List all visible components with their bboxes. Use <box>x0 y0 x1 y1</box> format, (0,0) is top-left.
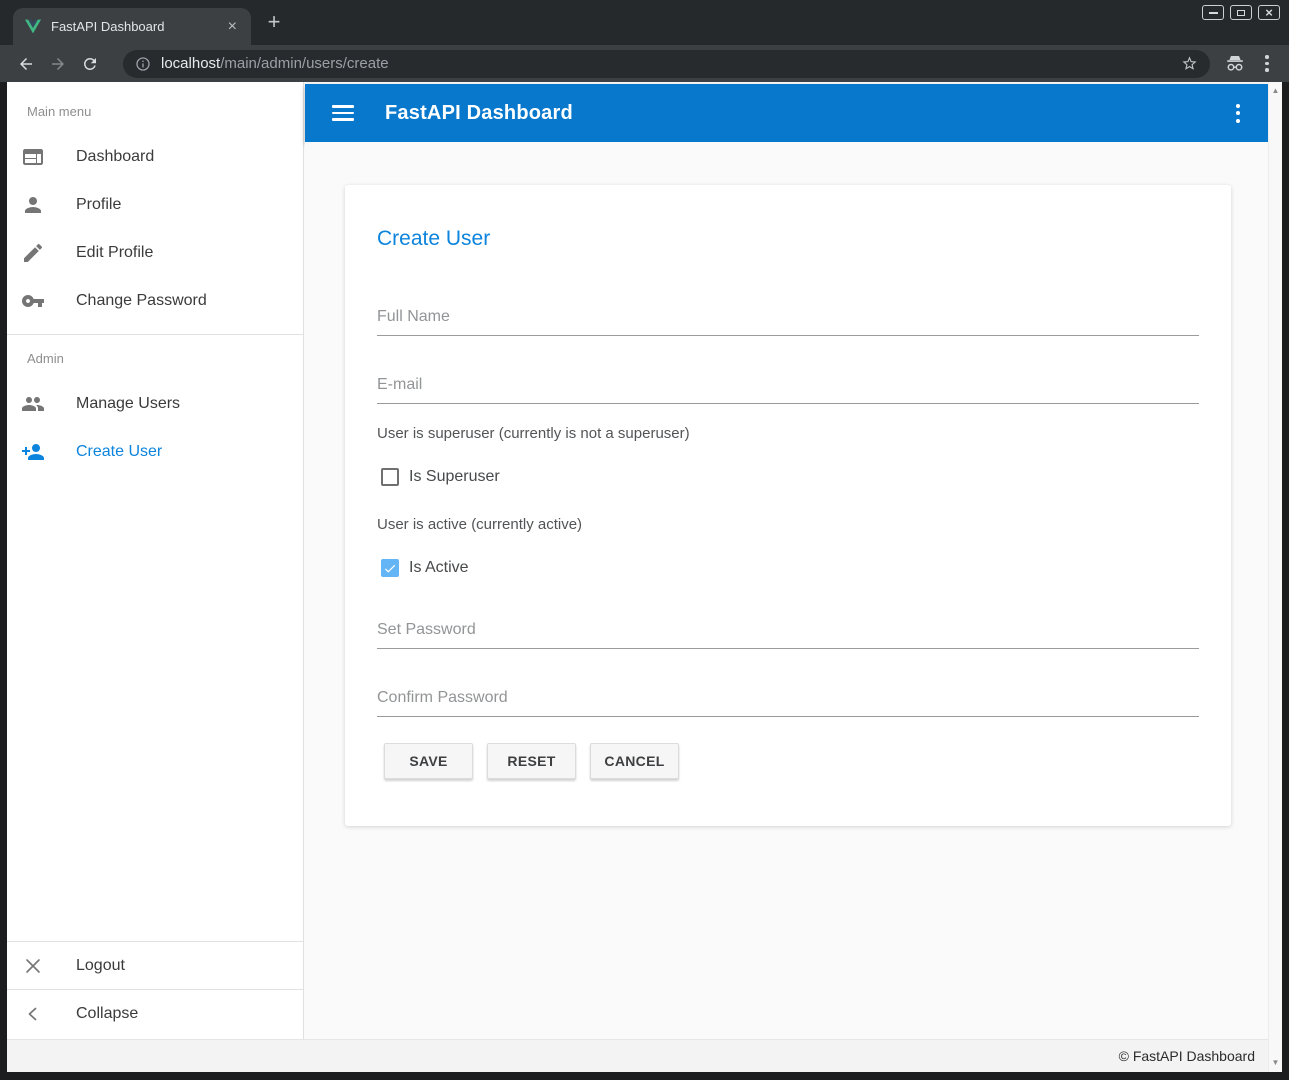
main-content: Create User User is superuser (currently… <box>305 142 1268 1039</box>
scroll-up-icon[interactable]: ▲ <box>1272 87 1280 95</box>
tab-title: FastAPI Dashboard <box>51 19 226 34</box>
maximize-button[interactable] <box>1230 5 1252 20</box>
superuser-checkbox[interactable] <box>381 468 399 486</box>
sidebar-item-label: Change Password <box>76 292 207 310</box>
bookmark-star-icon[interactable] <box>1181 55 1198 72</box>
save-button[interactable]: SAVE <box>384 743 473 779</box>
hamburger-menu-icon[interactable] <box>332 105 354 120</box>
url-host: localhost <box>161 55 220 72</box>
checkmark-icon <box>383 561 397 576</box>
people-icon <box>21 392 45 416</box>
confirm-password-input[interactable] <box>377 689 1199 717</box>
back-button[interactable] <box>17 55 35 73</box>
minimize-button[interactable] <box>1202 5 1224 20</box>
sidebar-item-label: Collapse <box>76 1005 138 1023</box>
vertical-scrollbar[interactable]: ▲ ▼ <box>1268 82 1282 1072</box>
sidebar: Main menu Dashboard Profile Edit Profile <box>7 82 304 1039</box>
sidebar-item-dashboard[interactable]: Dashboard <box>7 133 303 181</box>
email-field-wrap <box>377 376 1199 404</box>
full-name-input[interactable] <box>377 308 1199 336</box>
browser-tab[interactable]: FastAPI Dashboard × <box>13 8 251 45</box>
confirm-password-field-wrap <box>377 689 1199 717</box>
key-icon <box>21 289 45 313</box>
cancel-button[interactable]: CANCEL <box>590 743 679 779</box>
close-icon: × <box>1265 7 1273 18</box>
sidebar-item-label: Profile <box>76 196 121 214</box>
footer-text: © FastAPI Dashboard <box>1119 1048 1255 1064</box>
sidebar-item-logout[interactable]: Logout <box>7 941 303 989</box>
active-caption: User is active (currently active) <box>377 516 1199 533</box>
person-add-icon <box>21 440 45 464</box>
chevron-left-icon <box>21 1002 45 1026</box>
active-checkbox[interactable] <box>381 559 399 577</box>
minimize-icon <box>1209 12 1218 14</box>
page-title: Create User <box>377 227 1199 251</box>
sidebar-item-profile[interactable]: Profile <box>7 181 303 229</box>
active-checkbox-row[interactable]: Is Active <box>377 559 1199 577</box>
new-tab-button[interactable]: + <box>262 11 286 33</box>
pencil-icon <box>21 241 45 265</box>
full-name-field-wrap <box>377 308 1199 336</box>
vue-logo-icon <box>25 19 41 34</box>
sidebar-item-label: Logout <box>76 957 125 975</box>
sidebar-item-label: Edit Profile <box>76 244 153 262</box>
sidebar-item-label: Dashboard <box>76 148 154 166</box>
app-header: FastAPI Dashboard <box>305 84 1268 142</box>
sidebar-item-create-user[interactable]: Create User <box>7 428 303 476</box>
sidebar-item-edit-profile[interactable]: Edit Profile <box>7 229 303 277</box>
browser-titlebar: FastAPI Dashboard × + × <box>0 0 1289 45</box>
url-text[interactable]: localhost/main/admin/users/create <box>161 55 389 72</box>
app-menu-button[interactable] <box>1236 104 1240 123</box>
form-actions: SAVE RESET CANCEL <box>384 743 1199 779</box>
close-x-icon <box>21 954 45 978</box>
app-title: FastAPI Dashboard <box>385 102 573 125</box>
set-password-field-wrap <box>377 621 1199 649</box>
scroll-down-icon[interactable]: ▼ <box>1272 1059 1280 1067</box>
reload-button[interactable] <box>81 55 99 73</box>
browser-menu-button[interactable] <box>1262 55 1272 72</box>
superuser-caption: User is superuser (currently is not a su… <box>377 425 1199 442</box>
page-info-icon[interactable] <box>135 56 151 72</box>
app-viewport: Main menu Dashboard Profile Edit Profile <box>7 82 1282 1072</box>
window-controls: × <box>1202 5 1280 20</box>
sidebar-item-collapse[interactable]: Collapse <box>7 989 303 1037</box>
email-input[interactable] <box>377 376 1199 404</box>
url-bar[interactable]: localhost/main/admin/users/create <box>123 50 1210 78</box>
active-checkbox-label: Is Active <box>409 559 469 577</box>
set-password-input[interactable] <box>377 621 1199 649</box>
sidebar-item-label: Create User <box>76 443 162 461</box>
superuser-checkbox-label: Is Superuser <box>409 468 500 486</box>
reset-button[interactable]: RESET <box>487 743 576 779</box>
superuser-checkbox-row[interactable]: Is Superuser <box>377 468 1199 486</box>
close-button[interactable]: × <box>1258 5 1280 20</box>
web-icon <box>21 145 45 169</box>
sidebar-item-label: Manage Users <box>76 395 180 413</box>
sidebar-section-admin: Admin <box>27 351 303 366</box>
tab-close-icon[interactable]: × <box>226 19 239 35</box>
create-user-card: Create User User is superuser (currently… <box>345 185 1231 826</box>
sidebar-section-main-menu: Main menu <box>27 104 303 119</box>
sidebar-item-manage-users[interactable]: Manage Users <box>7 380 303 428</box>
incognito-icon <box>1224 55 1246 72</box>
sidebar-bottom-group: Logout Collapse <box>7 941 303 1037</box>
sidebar-divider <box>7 334 303 335</box>
maximize-icon <box>1237 10 1245 16</box>
forward-button[interactable] <box>49 55 67 73</box>
browser-toolbar: localhost/main/admin/users/create <box>0 45 1289 82</box>
browser-window: FastAPI Dashboard × + × localhost/main/a… <box>0 0 1289 1080</box>
sidebar-item-change-password[interactable]: Change Password <box>7 277 303 325</box>
app-footer: © FastAPI Dashboard <box>7 1039 1268 1072</box>
person-icon <box>21 193 45 217</box>
url-path: /main/admin/users/create <box>220 55 388 72</box>
